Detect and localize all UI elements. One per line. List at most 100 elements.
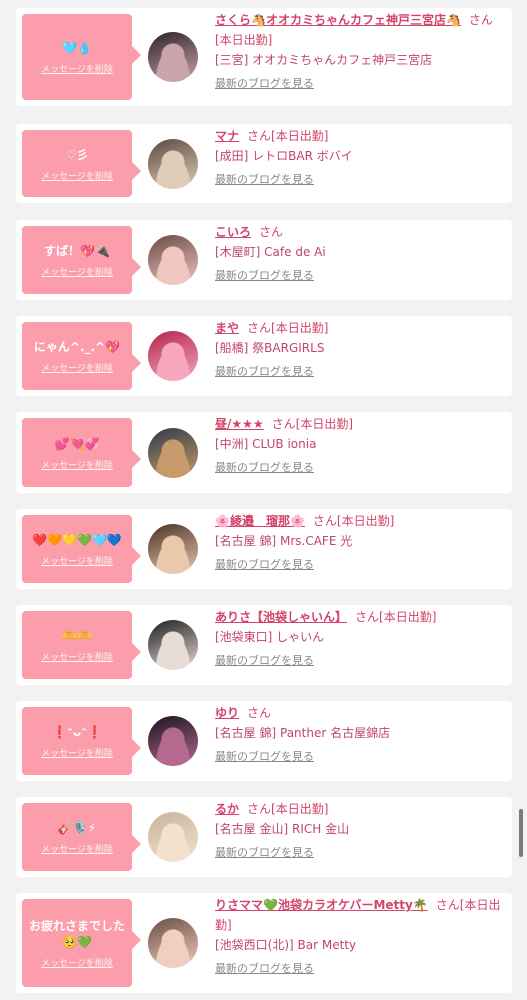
avatar[interactable] bbox=[148, 524, 198, 574]
message-text: すば！💖🔌 bbox=[44, 244, 110, 258]
message-bubble: 🎸🎙️⚡ メッセージを削除 bbox=[22, 803, 141, 871]
shop-name: [名古屋 錦] Panther 名古屋錦店 bbox=[215, 726, 391, 740]
latest-blog-link[interactable]: 最新のブログを見る bbox=[215, 555, 314, 575]
sender-line: ありさ【池袋しゃいん】 さん[本日出勤] bbox=[215, 607, 503, 627]
message-info: りさママ💚池袋カラオケバーMetty🌴 さん[本日出勤] [池袋西口(北)] Bar… bbox=[215, 895, 503, 979]
message-info: るか さん[本日出勤] [名古屋 金山] RICH 金山最新のブログを見る bbox=[215, 799, 503, 863]
latest-blog-link[interactable]: 最新のブログを見る bbox=[215, 843, 314, 863]
shop-name: [成田] レトロBAR ボバイ bbox=[215, 149, 353, 163]
sender-name-link[interactable]: マナ bbox=[215, 129, 239, 143]
message-bubble: お疲れさまでした 🥺💚 メッセージを削除 bbox=[22, 899, 141, 987]
delete-message-link[interactable]: メッセージを削除 bbox=[22, 62, 132, 75]
shop-name: [池袋西口(北)] Bar Metty bbox=[215, 938, 357, 952]
sender-line: さくら🐴オオカミちゃんカフェ神戸三宮店🐴 さん[本日出勤] bbox=[215, 10, 503, 50]
latest-blog-link[interactable]: 最新のブログを見る bbox=[215, 651, 314, 671]
latest-blog-link[interactable]: 最新のブログを見る bbox=[215, 362, 314, 382]
sender-name-link[interactable]: まや bbox=[215, 321, 239, 335]
sender-name-link[interactable]: さくら🐴オオカミちゃんカフェ神戸三宮店🐴 bbox=[215, 13, 461, 27]
avatar[interactable] bbox=[148, 235, 198, 285]
message-bubble: ❗️ᵔᴗᵔ❗️ メッセージを削除 bbox=[22, 707, 141, 775]
message-info: ありさ【池袋しゃいん】 さん[本日出勤] [池袋東口] しゃいん 最新のブログを見る bbox=[215, 607, 503, 671]
message-bubble: 🫶🫶 メッセージを削除 bbox=[22, 611, 141, 679]
delete-message-link[interactable]: メッセージを削除 bbox=[22, 746, 132, 759]
message-info: 昼/★★★ さん[本日出勤] [中洲] CLUB ionia 最新のブログを見る bbox=[215, 414, 503, 478]
avatar[interactable] bbox=[148, 32, 198, 82]
shop-name: [木屋町] Cafe de Ai bbox=[215, 245, 326, 259]
sender-line: りさママ💚池袋カラオケバーMetty🌴 さん[本日出勤] bbox=[215, 895, 503, 935]
sender-name-link[interactable]: ありさ【池袋しゃいん】 bbox=[215, 610, 347, 624]
message-text: 💕💘💞 bbox=[54, 437, 100, 451]
sender-name-link[interactable]: りさママ💚池袋カラオケバーMetty🌴 bbox=[215, 898, 428, 912]
message-list: 🩵💧 メッセージを削除 さくら🐴オオカミちゃんカフェ神戸三宮店🐴 さん[本日出勤] [三… bbox=[0, 0, 527, 1000]
delete-message-link[interactable]: メッセージを削除 bbox=[22, 650, 132, 663]
sender-status: さん bbox=[247, 706, 272, 720]
message-card: 🩵💧 メッセージを削除 さくら🐴オオカミちゃんカフェ神戸三宮店🐴 さん[本日出勤] [三… bbox=[16, 8, 512, 106]
avatar[interactable] bbox=[148, 139, 198, 189]
shop-name: [名古屋 錦] Mrs.CAFE 光 bbox=[215, 534, 353, 548]
message-info: マナ さん[本日出勤] [成田] レトロBAR ボバイ最新のブログを見る bbox=[215, 126, 503, 190]
delete-message-link[interactable]: メッセージを削除 bbox=[22, 554, 132, 567]
avatar[interactable] bbox=[148, 428, 198, 478]
message-text: 🫶🫶 bbox=[62, 629, 92, 643]
message-text: ❤️🧡💛💚🩵💙 bbox=[32, 533, 122, 547]
sender-line: マナ さん[本日出勤] bbox=[215, 126, 503, 146]
avatar[interactable] bbox=[148, 812, 198, 862]
delete-message-link[interactable]: メッセージを削除 bbox=[22, 169, 132, 182]
message-text: にゃん^._.^💖 bbox=[33, 340, 121, 354]
delete-message-link[interactable]: メッセージを削除 bbox=[22, 361, 132, 374]
message-bubble: 💕💘💞 メッセージを削除 bbox=[22, 418, 141, 487]
message-card: ❗️ᵔᴗᵔ❗️ メッセージを削除 ゆり さん [名古屋 錦] Panther 名古屋錦店… bbox=[16, 701, 512, 781]
shop-name: [名古屋 金山] RICH 金山 bbox=[215, 822, 350, 836]
sender-line: 🌸綾邉 瑠那🌸 さん[本日出勤] bbox=[215, 511, 503, 531]
sender-status: さん bbox=[259, 225, 284, 239]
sender-line: まや さん[本日出勤] bbox=[215, 318, 503, 338]
message-card: 🎸🎙️⚡ メッセージを削除 るか さん[本日出勤] [名古屋 金山] RICH 金山最新… bbox=[16, 797, 512, 877]
sender-status: さん[本日出勤] bbox=[271, 417, 354, 431]
message-text: お疲れさまでした bbox=[28, 919, 125, 933]
message-text: 🥺💚 bbox=[62, 935, 92, 949]
message-bubble: ♡彡メッセージを削除 bbox=[22, 130, 141, 197]
message-card: にゃん^._.^💖 メッセージを削除 まや さん[本日出勤] [船橋] 祭BARGIRL… bbox=[16, 316, 512, 396]
scrollbar[interactable] bbox=[519, 809, 523, 857]
sender-name-link[interactable]: 🌸綾邉 瑠那🌸 bbox=[215, 514, 305, 528]
sender-name-link[interactable]: るか bbox=[215, 802, 239, 816]
sender-status: さん[本日出勤] bbox=[247, 321, 329, 335]
message-bubble: すば！💖🔌 メッセージを削除 bbox=[22, 226, 141, 294]
message-card: お疲れさまでした 🥺💚 メッセージを削除 りさママ💚池袋カラオケバーMetty🌴 さん[… bbox=[16, 893, 512, 993]
message-text: 🩵💧 bbox=[62, 41, 92, 55]
latest-blog-link[interactable]: 最新のブログを見る bbox=[215, 747, 314, 767]
message-info: ゆり さん [名古屋 錦] Panther 名古屋錦店最新のブログを見る bbox=[215, 703, 503, 767]
latest-blog-link[interactable]: 最新のブログを見る bbox=[215, 458, 314, 478]
latest-blog-link[interactable]: 最新のブログを見る bbox=[215, 74, 314, 94]
sender-name-link[interactable]: こいろ bbox=[215, 225, 251, 239]
sender-line: 昼/★★★ さん[本日出勤] bbox=[215, 414, 503, 434]
shop-name: [船橋] 祭BARGIRLS bbox=[215, 341, 325, 355]
latest-blog-link[interactable]: 最新のブログを見る bbox=[215, 959, 314, 979]
delete-message-link[interactable]: メッセージを削除 bbox=[22, 265, 132, 278]
delete-message-link[interactable]: メッセージを削除 bbox=[22, 458, 132, 471]
message-card: 💕💘💞 メッセージを削除 昼/★★★ さん[本日出勤] [中洲] CLUB ionia 最… bbox=[16, 412, 512, 493]
message-card: ❤️🧡💛💚🩵💙 メッセージを削除 🌸綾邉 瑠那🌸 さん[本日出勤] [名古屋 錦] Mr… bbox=[16, 509, 512, 589]
avatar[interactable] bbox=[148, 620, 198, 670]
message-text: ♡彡 bbox=[65, 148, 89, 162]
sender-status: さん[本日出勤] bbox=[247, 802, 329, 816]
message-card: ♡彡メッセージを削除 マナ さん[本日出勤] [成田] レトロBAR ボバイ最新のブロ… bbox=[16, 124, 512, 203]
message-info: こいろ さん [木屋町] Cafe de Ai 最新のブログを見る bbox=[215, 222, 503, 286]
latest-blog-link[interactable]: 最新のブログを見る bbox=[215, 170, 314, 190]
delete-message-link[interactable]: メッセージを削除 bbox=[22, 956, 132, 969]
shop-name: [中洲] CLUB ionia bbox=[215, 437, 317, 451]
avatar[interactable] bbox=[148, 331, 198, 381]
message-text: ❗️ᵔᴗᵔ❗️ bbox=[52, 725, 102, 739]
latest-blog-link[interactable]: 最新のブログを見る bbox=[215, 266, 314, 286]
shop-name: [三宮] オオカミちゃんカフェ神戸三宮店 bbox=[215, 53, 433, 67]
avatar[interactable] bbox=[148, 918, 198, 968]
avatar[interactable] bbox=[148, 716, 198, 766]
message-card: すば！💖🔌 メッセージを削除 こいろ さん [木屋町] Cafe de Ai 最新のブログ… bbox=[16, 220, 512, 300]
sender-name-link[interactable]: ゆり bbox=[215, 706, 239, 720]
delete-message-link[interactable]: メッセージを削除 bbox=[22, 842, 132, 855]
message-bubble: ❤️🧡💛💚🩵💙 メッセージを削除 bbox=[22, 515, 141, 583]
message-text: 🎸🎙️⚡ bbox=[57, 821, 97, 835]
message-info: まや さん[本日出勤] [船橋] 祭BARGIRLS 最新のブログを見る bbox=[215, 318, 503, 382]
sender-status: さん[本日出勤] bbox=[312, 514, 395, 528]
sender-name-link[interactable]: 昼/★★★ bbox=[215, 417, 264, 431]
